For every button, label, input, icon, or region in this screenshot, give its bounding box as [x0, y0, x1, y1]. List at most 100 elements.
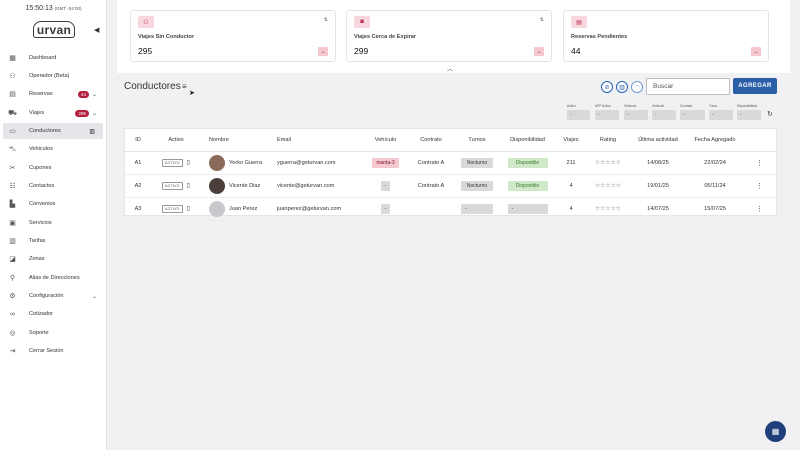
sidebar-item-configuraci-n[interactable]: ⚙ Configuración ⌄: [3, 288, 103, 304]
cell-last-activity: 14/07/25: [629, 197, 687, 221]
sidebar-item-viajes[interactable]: ⛟ Viajes 295 ⌄: [3, 105, 103, 121]
shift-pill[interactable]: -: [461, 203, 493, 214]
sidebar-item-cerrar-sesi-n[interactable]: ⇥ Cerrar Sesión: [3, 343, 103, 359]
column-header[interactable]: ID: [125, 129, 151, 152]
collapse-sidebar-icon[interactable]: ◀: [94, 26, 99, 34]
filter-vehicle[interactable]: Vehículo -: [624, 104, 648, 121]
sidebar-item-tarifas[interactable]: ▥ Tarifas: [3, 233, 103, 249]
more-options-icon[interactable]: ⋮: [756, 160, 763, 167]
column-header[interactable]: Viajes: [555, 129, 587, 152]
column-header[interactable]: Última actividad: [629, 129, 687, 152]
filter-contract[interactable]: Contrato -: [680, 104, 705, 121]
shift-pill[interactable]: Nocturno: [461, 180, 493, 191]
stat-card-pending-reservations[interactable]: ▤ Reservas Pendientes 44 →: [563, 10, 769, 62]
status-badge[interactable]: ACTIVO: [162, 181, 183, 190]
search-input[interactable]: [646, 78, 730, 95]
sidebar-item-dashboard[interactable]: ▦ Dashboard: [3, 50, 103, 66]
filter-vehicle-2[interactable]: Vehículo -: [652, 104, 676, 121]
filter-select[interactable]: -: [624, 110, 648, 120]
sidebar-item-soporte[interactable]: ◎ Soporte: [3, 325, 103, 341]
more-options-icon[interactable]: ⋮: [756, 183, 763, 190]
vehicle-icon: ⛍: [8, 145, 17, 153]
sort-icon[interactable]: ⇅: [324, 17, 328, 23]
wifi-icon[interactable]: ◠: [631, 81, 643, 93]
vehicle-pill[interactable]: -: [380, 203, 391, 214]
filter-app-active[interactable]: APP Activo -: [595, 104, 619, 121]
table-row[interactable]: A1 ACTIVO ▯ Yerko Guerra yguerra@geturvan.co…: [125, 151, 776, 175]
phone-icon[interactable]: ▯: [187, 206, 190, 212]
chevron-down-icon[interactable]: ⌄: [92, 91, 97, 98]
driver-name[interactable]: Yerko Guerra: [229, 160, 262, 166]
driver-name[interactable]: Vicente Diaz: [229, 183, 260, 189]
drivers-table: ID Activo Nombre Email Vehículo Contrato…: [124, 128, 777, 221]
map-icon[interactable]: ▥: [616, 81, 628, 93]
filter-select[interactable]: -: [567, 110, 590, 120]
availability-pill[interactable]: Disponible: [507, 157, 548, 168]
filter-label: Disponibilidad: [737, 104, 757, 108]
table-row[interactable]: A3 ACTIVO ▯ Juan Perez juanperez@geturvan.co…: [125, 197, 776, 221]
column-header[interactable]: Activo: [151, 129, 201, 152]
sidebar-item-alias-de-direcciones[interactable]: ⚲ Alias de Direcciones: [3, 270, 103, 286]
sidebar-item-reservas[interactable]: ▤ Reservas 44 ⌄: [3, 86, 103, 102]
column-header[interactable]: Vehículo: [363, 129, 408, 152]
column-header[interactable]: Rating: [587, 129, 629, 152]
sidebar-item-cotizador[interactable]: ∞ Cotizador: [3, 306, 103, 322]
sidebar-item-label: Cotizador: [29, 311, 53, 317]
sidebar-item-convenios[interactable]: ▙ Convenios: [3, 196, 103, 212]
column-header[interactable]: Disponibilidad: [500, 129, 555, 152]
filter-select[interactable]: -: [709, 110, 733, 120]
page-title: Conductores: [124, 81, 181, 92]
avatar: [209, 154, 225, 171]
stat-card-expiring-trips[interactable]: ◙ ⇅ Viajes Cerca de Expirar 299 →: [346, 10, 552, 62]
filter-select[interactable]: -: [680, 110, 705, 120]
filter-active[interactable]: Activo -: [567, 104, 590, 121]
arrow-right-icon[interactable]: →: [318, 47, 328, 56]
vehicle-pill[interactable]: manta-3: [372, 157, 399, 168]
urvan-logo[interactable]: urvan: [33, 21, 75, 38]
sort-icon[interactable]: ⇅: [540, 17, 544, 23]
filter-select[interactable]: -: [595, 110, 619, 120]
status-badge[interactable]: ACTIVO: [162, 158, 183, 167]
table-header-row: ID Activo Nombre Email Vehículo Contrato…: [125, 129, 776, 152]
map-icon[interactable]: ▥: [89, 128, 95, 135]
status-badge[interactable]: ACTIVO: [162, 204, 183, 213]
filter-availability[interactable]: Disponibilidad -: [737, 104, 761, 121]
column-header[interactable]: Fecha Agregado: [687, 129, 743, 152]
cell-shift: Nocturno: [454, 174, 500, 198]
menu-icon[interactable]: ≡: [182, 82, 187, 91]
apps-grid-button[interactable]: ▦: [765, 421, 786, 442]
driver-name[interactable]: Juan Perez: [229, 206, 257, 212]
column-header[interactable]: Nombre: [201, 129, 275, 152]
add-driver-button[interactable]: AGREGAR: [733, 78, 777, 94]
sidebar-item-cupones[interactable]: ✂ Cupones: [3, 160, 103, 176]
sidebar-item-zonas[interactable]: ◪ Zonas: [3, 251, 103, 267]
refresh-icon[interactable]: ↻: [767, 110, 773, 118]
sidebar-item-servicios[interactable]: ▣ Servicios: [3, 215, 103, 231]
arrow-right-icon[interactable]: →: [534, 47, 544, 56]
phone-icon[interactable]: ▯: [187, 183, 190, 189]
shift-pill[interactable]: Nocturno: [461, 157, 493, 168]
filter-select[interactable]: -: [737, 110, 761, 120]
column-header[interactable]: Turnos: [454, 129, 500, 152]
filter-off-icon[interactable]: ⊘: [601, 81, 613, 93]
filter-shift[interactable]: Turno -: [709, 104, 733, 121]
more-options-icon[interactable]: ⋮: [756, 206, 763, 213]
sidebar-item-contactos[interactable]: ☷ Contactos: [3, 178, 103, 194]
sidebar-item-vehiculos[interactable]: ⛍ Vehiculos: [3, 141, 103, 157]
column-header[interactable]: Contrato: [408, 129, 454, 152]
vehicle-pill[interactable]: -: [380, 180, 391, 191]
stat-card-unassigned-trips[interactable]: ⚇ ⇅ Viajes Sin Conductor 295 →: [130, 10, 336, 62]
sidebar-item-label: Operador (Beta): [29, 73, 70, 79]
availability-pill[interactable]: -: [507, 203, 548, 214]
table-row[interactable]: A2 ACTIVO ▯ Vicente Diaz vicente@geturvan.co…: [125, 174, 776, 198]
collapse-stats-icon[interactable]: ︿: [447, 64, 453, 73]
chevron-down-icon[interactable]: ⌄: [92, 293, 97, 300]
filter-select[interactable]: -: [652, 110, 676, 120]
arrow-right-icon[interactable]: →: [751, 47, 761, 56]
sidebar-item-operador-beta[interactable]: ⚇ Operador (Beta): [3, 68, 103, 84]
availability-pill[interactable]: Disponible: [507, 180, 548, 191]
phone-icon[interactable]: ▯: [187, 160, 190, 166]
column-header[interactable]: Email: [275, 129, 363, 152]
chevron-down-icon[interactable]: ⌄: [92, 110, 97, 117]
sidebar-item-conductores[interactable]: ▭ Conductores ▥: [3, 123, 103, 139]
